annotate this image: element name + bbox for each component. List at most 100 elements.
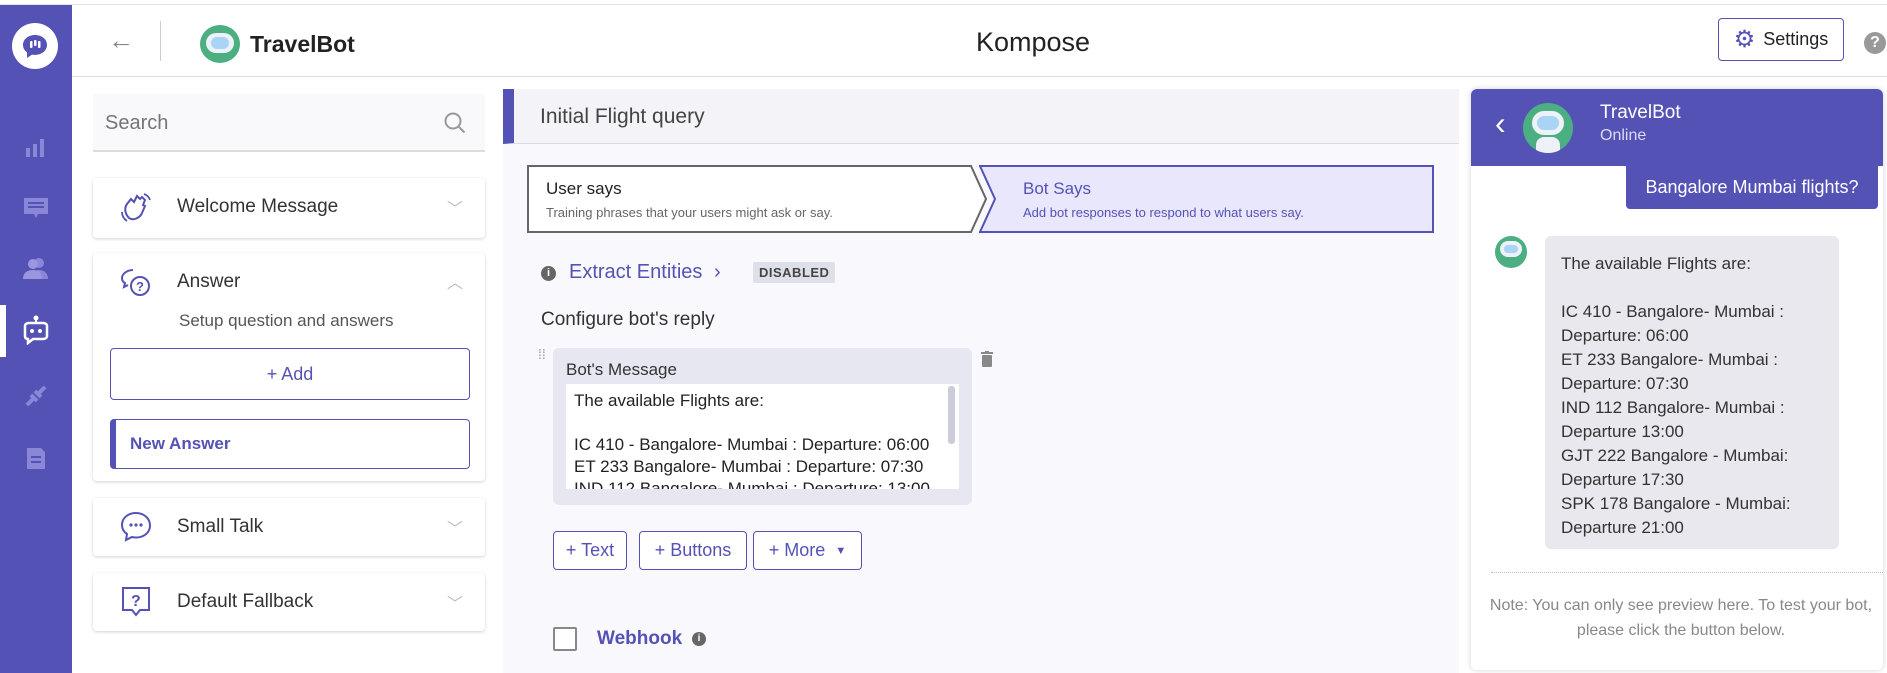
chat-back-icon[interactable]: ‹	[1495, 105, 1506, 142]
chat-header: ‹ TravelBot Online	[1471, 89, 1883, 166]
svg-text:?: ?	[131, 593, 141, 610]
message-line	[574, 412, 951, 434]
search-input[interactable]	[105, 106, 425, 140]
search-icon[interactable]	[443, 111, 467, 135]
search-box[interactable]	[93, 94, 485, 152]
add-more-label: + More	[768, 540, 826, 560]
status-badge: DISABLED	[753, 262, 836, 283]
bot-message-bubble: The available Flights are: IC 410 - Banga…	[1545, 236, 1839, 549]
sidebar-active-indicator	[0, 305, 6, 357]
chevron-right-icon: ›	[713, 261, 721, 283]
bot-avatar	[200, 25, 240, 63]
analytics-icon[interactable]	[18, 133, 54, 163]
gear-icon: ⚙	[1733, 26, 1756, 53]
chevron-down-icon[interactable]: ﹀	[447, 515, 463, 539]
webhook-checkbox[interactable]	[553, 627, 577, 651]
step-bot-says[interactable]: Bot Says Add bot responses to respond to…	[979, 165, 1435, 233]
section-default-fallback[interactable]: ? Default Fallback ﹀	[93, 573, 485, 631]
caret-down-icon: ▼	[835, 544, 847, 557]
section-title: Answer	[177, 271, 241, 292]
message-line: IND 112 Bangalore- Mumbai :	[1561, 398, 1785, 417]
message-line: Departure 17:30	[1561, 470, 1684, 489]
bot-message-label: Bot's Message	[566, 360, 677, 379]
page-title: Kompose	[975, 27, 1091, 57]
bot-icon[interactable]	[18, 315, 54, 345]
add-buttons-button[interactable]: + Buttons	[639, 531, 747, 570]
message-line: Departure: 07:30	[1561, 374, 1689, 393]
user-message-bubble: Bangalore Mumbai flights?	[1626, 166, 1878, 209]
preview-note: Note: You can only see preview here. To …	[1489, 597, 1873, 639]
header-divider	[160, 21, 161, 61]
trash-icon[interactable]	[981, 351, 993, 367]
integrations-icon[interactable]	[18, 381, 54, 411]
webhook-info-icon[interactable]: i	[692, 632, 706, 646]
message-line: The available Flights are:	[1561, 254, 1751, 273]
chevron-down-icon[interactable]: ﹀	[447, 590, 463, 614]
message-line: IC 410 - Bangalore- Mumbai :	[1561, 302, 1784, 321]
conversations-icon[interactable]	[18, 193, 54, 223]
section-welcome-message[interactable]: Welcome Message ﹀	[93, 178, 485, 238]
chevron-down-icon[interactable]: ﹀	[447, 195, 463, 219]
bot-message-textarea[interactable]: The available Flights are: IC 410 - Banga…	[566, 384, 959, 489]
message-line: Departure 13:00	[1561, 422, 1684, 441]
chat-preview: ‹ TravelBot Online Bangalore Mumbai flig…	[1471, 89, 1883, 670]
chat-bot-status: Online	[1600, 127, 1647, 144]
message-line: Departure: 06:00	[1561, 326, 1689, 345]
section-answer[interactable]: ? Answer ︿ Setup question and answers + …	[93, 253, 485, 481]
message-line: GJT 222 Bangalore - Mumbai:	[1561, 446, 1789, 465]
section-small-talk[interactable]: Small Talk ﹀	[93, 498, 485, 556]
message-line: IC 410 - Bangalore- Mumbai : Departure: …	[574, 435, 930, 454]
question-box-icon: ?	[119, 585, 153, 619]
chat-dots-icon	[119, 510, 153, 544]
message-line	[1561, 276, 1823, 300]
top-header: ← TravelBot Kompose ⚙ Settings ?	[72, 5, 1887, 77]
message-line: ET 233 Bangalore- Mumbai :	[1561, 350, 1779, 369]
extract-entities-label: Extract Entities	[569, 261, 703, 283]
webhook-label[interactable]: Webhook	[597, 628, 682, 650]
settings-label: Settings	[1763, 29, 1829, 49]
step-title: Bot Says	[1023, 179, 1092, 198]
section-title: Welcome Message	[177, 196, 339, 217]
step-subtitle: Training phrases that your users might a…	[546, 205, 833, 220]
help-icon[interactable]: ?	[1864, 32, 1886, 54]
divider	[1491, 572, 1883, 573]
configure-reply-label: Configure bot's reply	[541, 309, 715, 330]
intent-title: Initial Flight query	[540, 105, 705, 128]
extract-entities-link[interactable]: Extract Entities ›	[569, 261, 721, 284]
bot-message-card: Bot's Message The available Flights are:…	[553, 348, 972, 505]
intent-editor: Initial Flight query User says Training …	[503, 89, 1459, 673]
add-answer-button[interactable]: + Add	[110, 348, 470, 400]
add-text-button[interactable]: + Text	[553, 531, 627, 570]
message-line: The available Flights are:	[574, 391, 764, 410]
intent-header: Initial Flight query	[503, 89, 1459, 144]
bot-name: TravelBot	[250, 31, 355, 57]
info-icon[interactable]: i	[541, 266, 556, 281]
chevron-up-icon[interactable]: ︿	[447, 269, 463, 293]
sidebar	[0, 5, 72, 673]
svg-text:?: ?	[136, 279, 144, 294]
message-line: IND 112 Bangalore- Mumbai : Departure: 1…	[574, 479, 930, 489]
left-panel: Welcome Message ﹀ ? Answer ︿ Setup quest…	[72, 77, 503, 673]
settings-button[interactable]: ⚙ Settings	[1718, 18, 1844, 61]
users-icon[interactable]	[18, 253, 54, 283]
chat-bot-avatar	[1523, 103, 1573, 153]
section-title: Small Talk	[177, 516, 264, 537]
add-more-dropdown[interactable]: + More ▼	[753, 531, 862, 570]
answer-item-new-answer[interactable]: New Answer	[110, 419, 470, 469]
step-title: User says	[546, 179, 622, 198]
question-chat-icon: ?	[119, 267, 153, 301]
back-arrow-icon[interactable]: ←	[108, 25, 134, 56]
step-subtitle: Add bot responses to respond to what use…	[1023, 205, 1304, 220]
chat-bot-name: TravelBot	[1600, 102, 1681, 123]
message-line: Departure 21:00	[1561, 518, 1684, 537]
app-logo-icon[interactable]	[12, 23, 58, 69]
message-line: ET 233 Bangalore- Mumbai : Departure: 07…	[574, 457, 924, 476]
message-line: SPK 178 Bangalore - Mumbai:	[1561, 494, 1791, 513]
bot-message-avatar	[1495, 236, 1527, 268]
section-title: Default Fallback	[177, 591, 314, 612]
drag-handle-icon[interactable]: ⁞⁞	[538, 347, 546, 361]
textarea-scrollbar[interactable]	[948, 386, 955, 444]
step-user-says[interactable]: User says Training phrases that your use…	[527, 165, 987, 233]
docs-icon[interactable]	[18, 443, 54, 473]
section-subtitle: Setup question and answers	[179, 311, 394, 330]
